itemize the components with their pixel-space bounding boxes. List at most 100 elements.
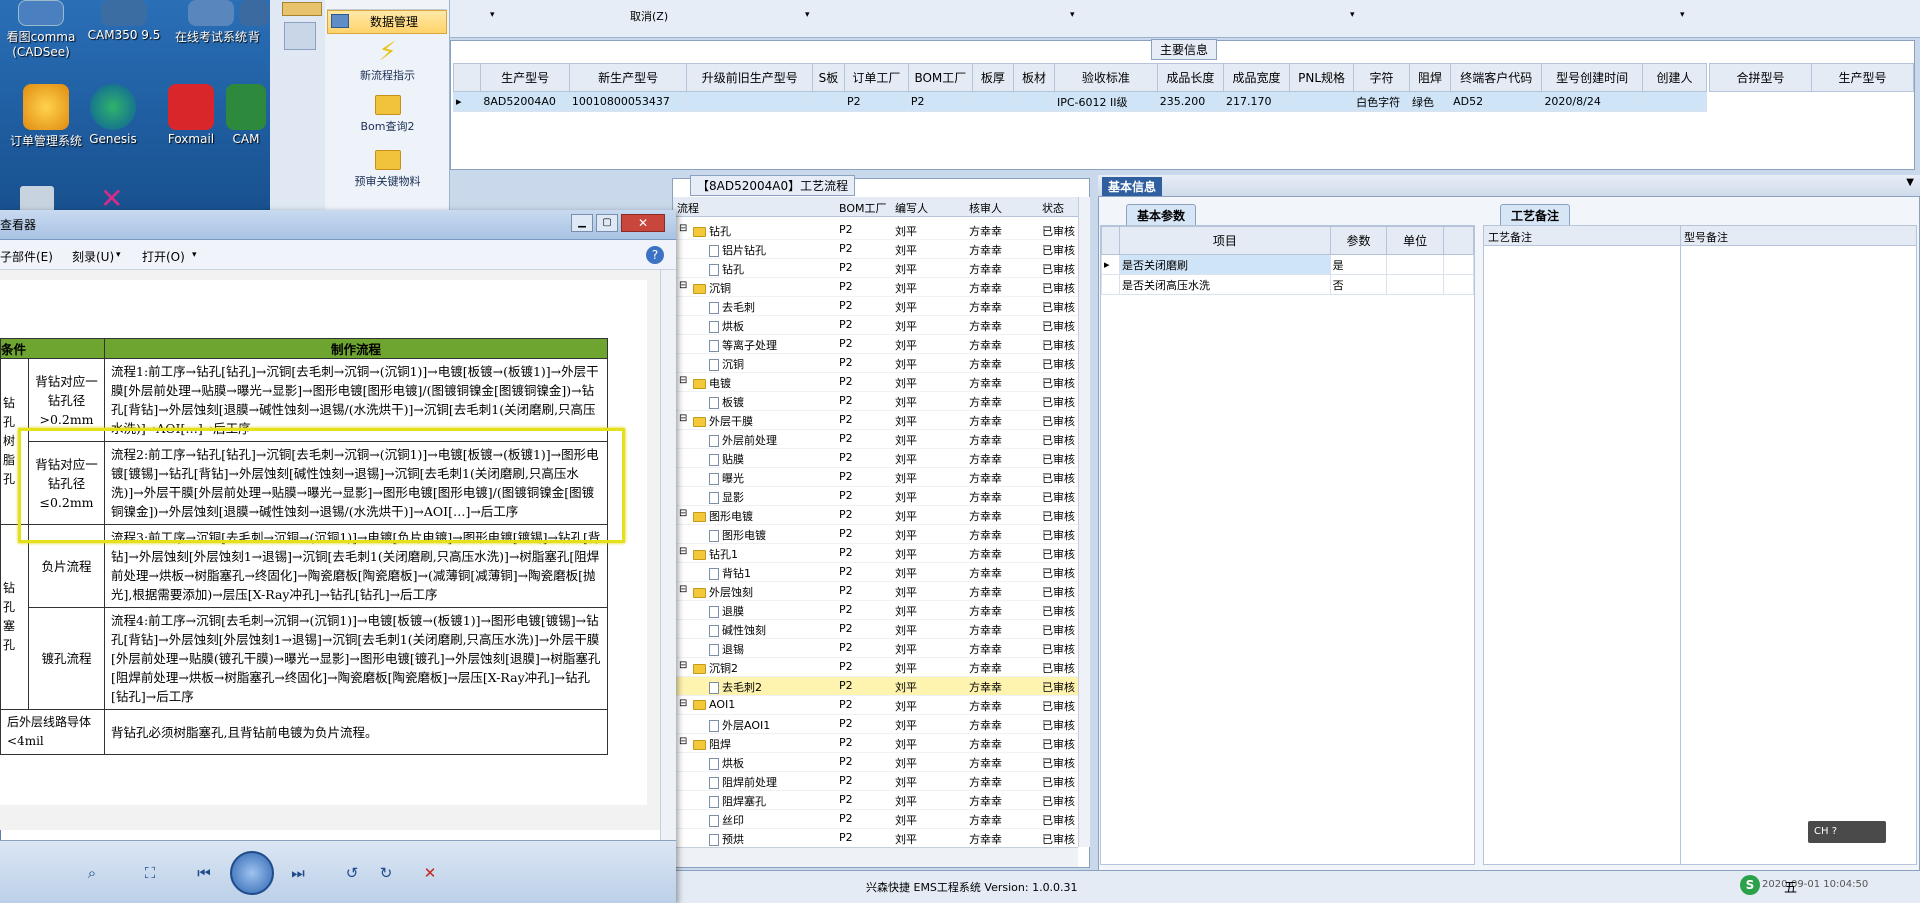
next-icon[interactable]: ⏭: [284, 861, 312, 885]
tree-row[interactable]: 外层蚀刻 P2 刘平 方幸幸 已审核 ⊟: [673, 582, 1078, 601]
tree-row[interactable]: 阻焊前处理 P2 刘平 方幸幸 已审核: [673, 772, 1078, 791]
tree-row[interactable]: 图形电镀 P2 刘平 方幸幸 已审核 ⊟: [673, 506, 1078, 525]
tree-row[interactable]: 去毛刺 P2 刘平 方幸幸 已审核: [673, 297, 1078, 316]
chevron-down-icon[interactable]: ▼: [1906, 177, 1914, 188]
chevron-down-icon[interactable]: ▾: [805, 10, 810, 20]
row-selector[interactable]: ▸: [452, 91, 482, 112]
tree-row[interactable]: 钻孔 P2 刘平 方幸幸 已审核: [673, 259, 1078, 278]
desktop-icon-cadsee[interactable]: 看图comma (CADSee): [0, 0, 82, 59]
column-header[interactable]: 核审人: [969, 200, 1002, 216]
tree-row[interactable]: 外层AOI1 P2 刘平 方幸幸 已审核: [673, 715, 1078, 734]
tree-row[interactable]: 背钻1 P2 刘平 方幸幸 已审核: [673, 563, 1078, 582]
x-app-icon[interactable]: ✕: [100, 185, 134, 213]
desktop-icon-cam[interactable]: CAM: [222, 84, 270, 146]
desktop-icon-cam350[interactable]: CAM350 9.5: [78, 0, 170, 42]
minimize-button[interactable]: ▁: [571, 214, 593, 232]
chevron-down-icon[interactable]: ▾: [1350, 10, 1355, 20]
tab-process-notes[interactable]: 工艺备注: [1500, 204, 1571, 226]
tree-row[interactable]: 曝光 P2 刘平 方幸幸 已审核: [673, 468, 1078, 487]
column-header[interactable]: 新生产型号: [568, 63, 688, 92]
rotate-left-icon[interactable]: ↺: [338, 861, 366, 885]
tree-row[interactable]: 外层前处理 P2 刘平 方幸幸 已审核: [673, 430, 1078, 449]
desktop-icon-genesis[interactable]: Genesis: [72, 84, 154, 146]
tree-row[interactable]: 板镀 P2 刘平 方幸幸 已审核: [673, 392, 1078, 411]
expand-toggle-icon[interactable]: ⊟: [679, 698, 687, 709]
tree-row[interactable]: 显影 P2 刘平 方幸幸 已审核: [673, 487, 1078, 506]
model-note-textarea[interactable]: [1684, 248, 1914, 858]
previous-icon[interactable]: ⏮: [190, 861, 218, 885]
process-note-textarea[interactable]: [1486, 248, 1676, 858]
tree-row[interactable]: 碱性蚀刻 P2 刘平 方幸幸 已审核: [673, 620, 1078, 639]
tree-row[interactable]: 阻焊 P2 刘平 方幸幸 已审核 ⊟: [673, 734, 1078, 753]
column-header[interactable]: PNL规格: [1289, 63, 1355, 92]
expand-toggle-icon[interactable]: ⊟: [679, 280, 687, 291]
tree-row[interactable]: 贴膜 P2 刘平 方幸幸 已审核: [673, 449, 1078, 468]
tree-row[interactable]: 图形电镀 P2 刘平 方幸幸 已审核: [673, 525, 1078, 544]
column-header[interactable]: S板: [812, 63, 845, 92]
column-header[interactable]: 验收标准: [1054, 63, 1158, 92]
column-header[interactable]: 成品长度: [1156, 63, 1224, 92]
recycle-bin-icon[interactable]: [20, 186, 54, 212]
expand-toggle-icon[interactable]: ⊟: [679, 584, 687, 595]
tree-row[interactable]: 铝片钻孔 P2 刘平 方幸幸 已审核: [673, 240, 1078, 259]
menu-item-open[interactable]: 打开(O): [142, 248, 185, 265]
menu-item-burn[interactable]: 刻录(U): [72, 248, 114, 265]
table-row[interactable]: 是否关闭高压水洗否: [1101, 274, 1474, 295]
column-header[interactable]: 终端客户代码: [1450, 63, 1543, 92]
expand-toggle-icon[interactable]: ⊟: [679, 546, 687, 557]
tree-row[interactable]: 烘板 P2 刘平 方幸幸 已审核: [673, 316, 1078, 335]
desktop-icon-partial[interactable]: 背: [238, 0, 270, 45]
tree-row[interactable]: 阻焊塞孔 P2 刘平 方幸幸 已审核: [673, 791, 1078, 810]
tree-row[interactable]: 沉铜 P2 刘平 方幸幸 已审核: [673, 354, 1078, 373]
menu-item[interactable]: 子部件(E): [0, 248, 53, 265]
column-header[interactable]: 订单工厂: [843, 63, 909, 92]
tree-row[interactable]: 退锡 P2 刘平 方幸幸 已审核: [673, 639, 1078, 658]
viewer-scrollbar[interactable]: [660, 270, 676, 840]
close-button[interactable]: ✕: [621, 214, 665, 232]
expand-toggle-icon[interactable]: ⊟: [679, 223, 687, 234]
nav-item-key-materials[interactable]: 预审关键物料: [325, 150, 450, 189]
tree-row[interactable]: 钻孔 P2 刘平 方幸幸 已审核 ⊟: [673, 221, 1078, 240]
column-header[interactable]: BOM工厂: [907, 63, 973, 92]
tree-row[interactable]: 沉铜2 P2 刘平 方幸幸 已审核 ⊟: [673, 658, 1078, 677]
tree-row[interactable]: 电镀 P2 刘平 方幸幸 已审核 ⊟: [673, 373, 1078, 392]
column-header[interactable]: 生产型号: [480, 63, 570, 92]
tree-row[interactable]: 丝印 P2 刘平 方幸幸 已审核: [673, 810, 1078, 829]
column-header[interactable]: 合拼型号: [1709, 63, 1812, 92]
slideshow-button[interactable]: [230, 851, 274, 895]
maximize-button[interactable]: ▢: [596, 214, 618, 232]
horizontal-scrollbar[interactable]: [673, 847, 1078, 867]
column-header[interactable]: 升级前旧生产型号: [686, 63, 814, 92]
desktop-icon-foxmail[interactable]: Foxmail: [150, 84, 232, 146]
table-row[interactable]: ▸ 8AD52004A0 10010800053437 P2 P2 IPC-6012 II…: [452, 91, 1708, 112]
chevron-down-icon[interactable]: ▾: [1680, 10, 1685, 20]
tree-row[interactable]: 钻孔1 P2 刘平 方幸幸 已审核 ⊟: [673, 544, 1078, 563]
rotate-right-icon[interactable]: ↻: [372, 861, 400, 885]
column-header[interactable]: 生产型号: [1811, 63, 1914, 92]
fit-window-icon[interactable]: ⛶: [136, 861, 164, 885]
language-bar[interactable]: CH ?: [1808, 821, 1886, 843]
help-icon[interactable]: ?: [646, 246, 664, 264]
column-header[interactable]: 字符: [1353, 63, 1411, 92]
column-header[interactable]: 型号创建时间: [1541, 63, 1643, 92]
expand-toggle-icon[interactable]: ⊟: [679, 375, 687, 386]
chevron-down-icon[interactable]: ▾: [116, 250, 121, 260]
chevron-down-icon[interactable]: ▾: [490, 10, 495, 20]
column-header[interactable]: 编写人: [895, 200, 928, 216]
chevron-down-icon[interactable]: ▾: [192, 250, 197, 260]
nav-item-bom-query[interactable]: Bom查询2: [325, 95, 450, 134]
table-row[interactable]: ▸ 是否关闭磨刷是: [1101, 254, 1474, 275]
toolbar-icon[interactable]: [282, 2, 322, 16]
column-header[interactable]: 阻焊: [1409, 63, 1452, 92]
tree-row[interactable]: 预烘 P2 刘平 方幸幸 已审核: [673, 829, 1078, 848]
column-header[interactable]: BOM工厂: [839, 200, 887, 216]
expand-toggle-icon[interactable]: ⊟: [679, 660, 687, 671]
expand-toggle-icon[interactable]: ⊟: [679, 508, 687, 519]
chevron-down-icon[interactable]: ▾: [1070, 10, 1075, 20]
column-header[interactable]: 板材: [1012, 63, 1056, 92]
column-header[interactable]: 单位: [1386, 226, 1444, 255]
column-header[interactable]: 流程: [677, 200, 699, 216]
column-header[interactable]: 板厚: [971, 63, 1014, 92]
tree-row[interactable]: 烘板 P2 刘平 方幸幸 已审核: [673, 753, 1078, 772]
nav-item-new-flow[interactable]: ⚡ 新流程指示: [325, 38, 450, 83]
